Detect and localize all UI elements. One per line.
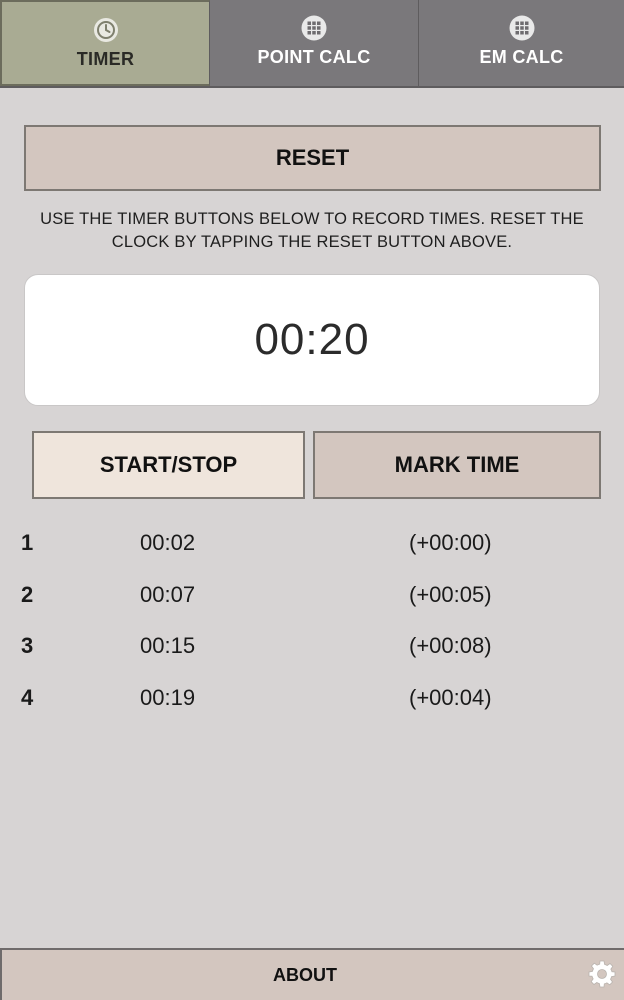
mark-index: 2: [21, 581, 34, 607]
mark-index: 3: [21, 633, 34, 658]
grid-icon: [300, 14, 328, 42]
about-button[interactable]: ABOUT: [2, 950, 608, 1000]
tab-timer[interactable]: TIMER: [0, 0, 210, 86]
mark-delta: (+00:00): [409, 530, 492, 555]
mark-time: 00:02: [140, 530, 196, 555]
instructions-text: USE THE TIMER BUTTONS BELOW TO RECORD TI…: [40, 210, 584, 251]
mark-index: 4: [21, 684, 34, 710]
clock-display: 00:20: [24, 274, 600, 406]
list-item: 2 00:07 (+00:05): [0, 572, 624, 624]
marked-times-list: 1 00:02 (+00:00) 2 00:07 (+00:05) 3 00:1…: [0, 520, 624, 726]
gear-icon[interactable]: [586, 958, 618, 990]
list-item: 4 00:19 (+00:04): [0, 675, 624, 727]
tab-label: EM CALC: [479, 47, 564, 67]
list-item: 3 00:15 (+00:08): [0, 623, 624, 675]
start-stop-button[interactable]: START/STOP: [32, 431, 305, 499]
mark-delta: (+00:05): [409, 581, 492, 607]
mark-time: 00:07: [140, 581, 196, 607]
tab-label: POINT CALC: [257, 47, 371, 67]
tab-bar: TIMER POINT CALC EM CALC: [0, 0, 624, 88]
mark-delta: (+00:04): [409, 684, 492, 710]
tab-label: TIMER: [76, 49, 135, 69]
tab-point-calc[interactable]: POINT CALC: [210, 0, 419, 86]
reset-button[interactable]: RESET: [24, 125, 601, 191]
grid-icon: [508, 14, 536, 42]
mark-time-button[interactable]: MARK TIME: [313, 431, 601, 499]
tab-em-calc[interactable]: EM CALC: [419, 0, 624, 86]
mark-time: 00:19: [140, 684, 196, 710]
list-item: 1 00:02 (+00:00): [0, 520, 624, 572]
clock-icon: [92, 16, 120, 44]
footer-bar: ABOUT: [0, 948, 624, 1000]
mark-time: 00:15: [140, 633, 196, 658]
mark-delta: (+00:08): [409, 633, 492, 658]
mark-index: 1: [21, 530, 34, 555]
